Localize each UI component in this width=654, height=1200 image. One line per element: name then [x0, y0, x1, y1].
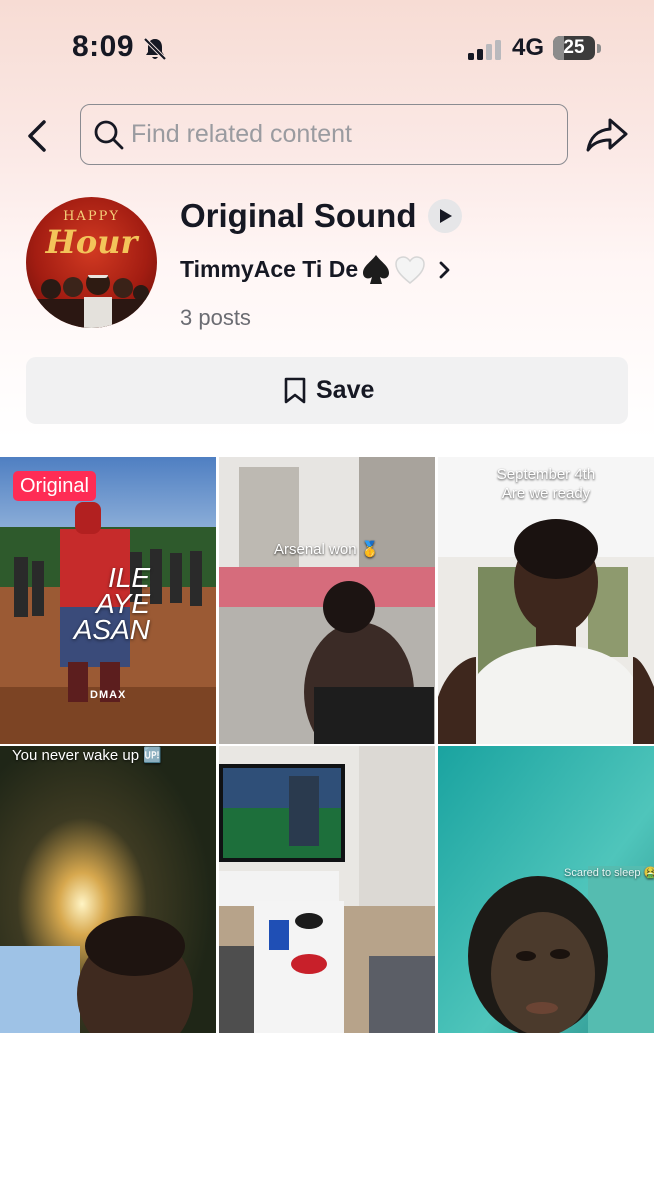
cover-text-hour: Hour — [45, 223, 138, 261]
save-label: Save — [316, 376, 375, 404]
video-grid: Original ILE AYE ASAN DMAX Arsenal won 🥇 — [0, 457, 654, 1033]
play-sound-button[interactable] — [428, 199, 462, 233]
sound-title: Original Sound — [180, 197, 417, 234]
original-badge: Original — [13, 471, 96, 501]
video-thumbnail-image — [0, 746, 216, 1033]
battery-icon: 25 — [553, 36, 601, 62]
spade-icon — [363, 255, 389, 284]
video-thumbnail[interactable]: Scared to sleep 🤮 — [438, 746, 654, 1033]
cellular-signal-icon — [468, 40, 501, 60]
caption-line-1: September 4th — [496, 466, 596, 483]
search-bar[interactable] — [80, 104, 568, 165]
save-button[interactable]: Save — [26, 357, 628, 424]
status-time: 8:09 — [72, 30, 135, 63]
share-icon[interactable] — [584, 112, 630, 158]
video-thumbnail[interactable]: Original ILE AYE ASAN DMAX — [0, 457, 216, 744]
dmax-watermark: DMAX — [90, 689, 127, 701]
status-bar: 8:09 4G 25 — [0, 0, 654, 96]
back-arrow-icon[interactable] — [20, 114, 56, 158]
white-heart-icon — [395, 256, 425, 284]
cover-crowd-illustration — [34, 275, 152, 328]
video-thumbnail-image — [438, 746, 654, 1033]
video-thumbnail[interactable] — [219, 746, 435, 1033]
video-caption: Arsenal won 🥇 — [274, 541, 380, 558]
bookmark-icon — [284, 377, 306, 404]
cover-text-happy: HAPPY — [63, 209, 120, 224]
video-thumbnail[interactable]: September 4th Are we ready — [438, 457, 654, 744]
search-icon — [94, 120, 124, 150]
battery-percent: 25 — [563, 37, 585, 58]
video-thumbnail-image — [219, 746, 435, 1033]
video-thumbnail-image — [219, 457, 435, 744]
author-name: TimmyAce Ti De — [180, 256, 359, 282]
play-icon — [440, 209, 452, 223]
video-thumbnail[interactable]: Arsenal won 🥇 — [219, 457, 435, 744]
network-type: 4G — [512, 34, 545, 61]
search-input[interactable] — [131, 105, 551, 163]
video-caption: September 4th Are we ready — [438, 465, 654, 503]
bottom-blank-area — [0, 1033, 654, 1200]
post-count: 3 posts — [180, 305, 251, 330]
video-overlay-text: ILE AYE ASAN — [58, 564, 150, 645]
chevron-right-icon — [439, 261, 450, 279]
video-thumbnail[interactable]: You never wake up 🆙 — [0, 746, 216, 1033]
sound-cover-image[interactable]: HAPPY Hour — [26, 197, 157, 328]
caption-line-2: Are we ready — [501, 485, 591, 502]
video-caption: Scared to sleep 🤮 — [564, 867, 654, 879]
overlay-line-asan: ASAN — [73, 614, 150, 645]
video-caption: You never wake up 🆙 — [12, 747, 162, 764]
bell-muted-icon — [143, 37, 167, 61]
